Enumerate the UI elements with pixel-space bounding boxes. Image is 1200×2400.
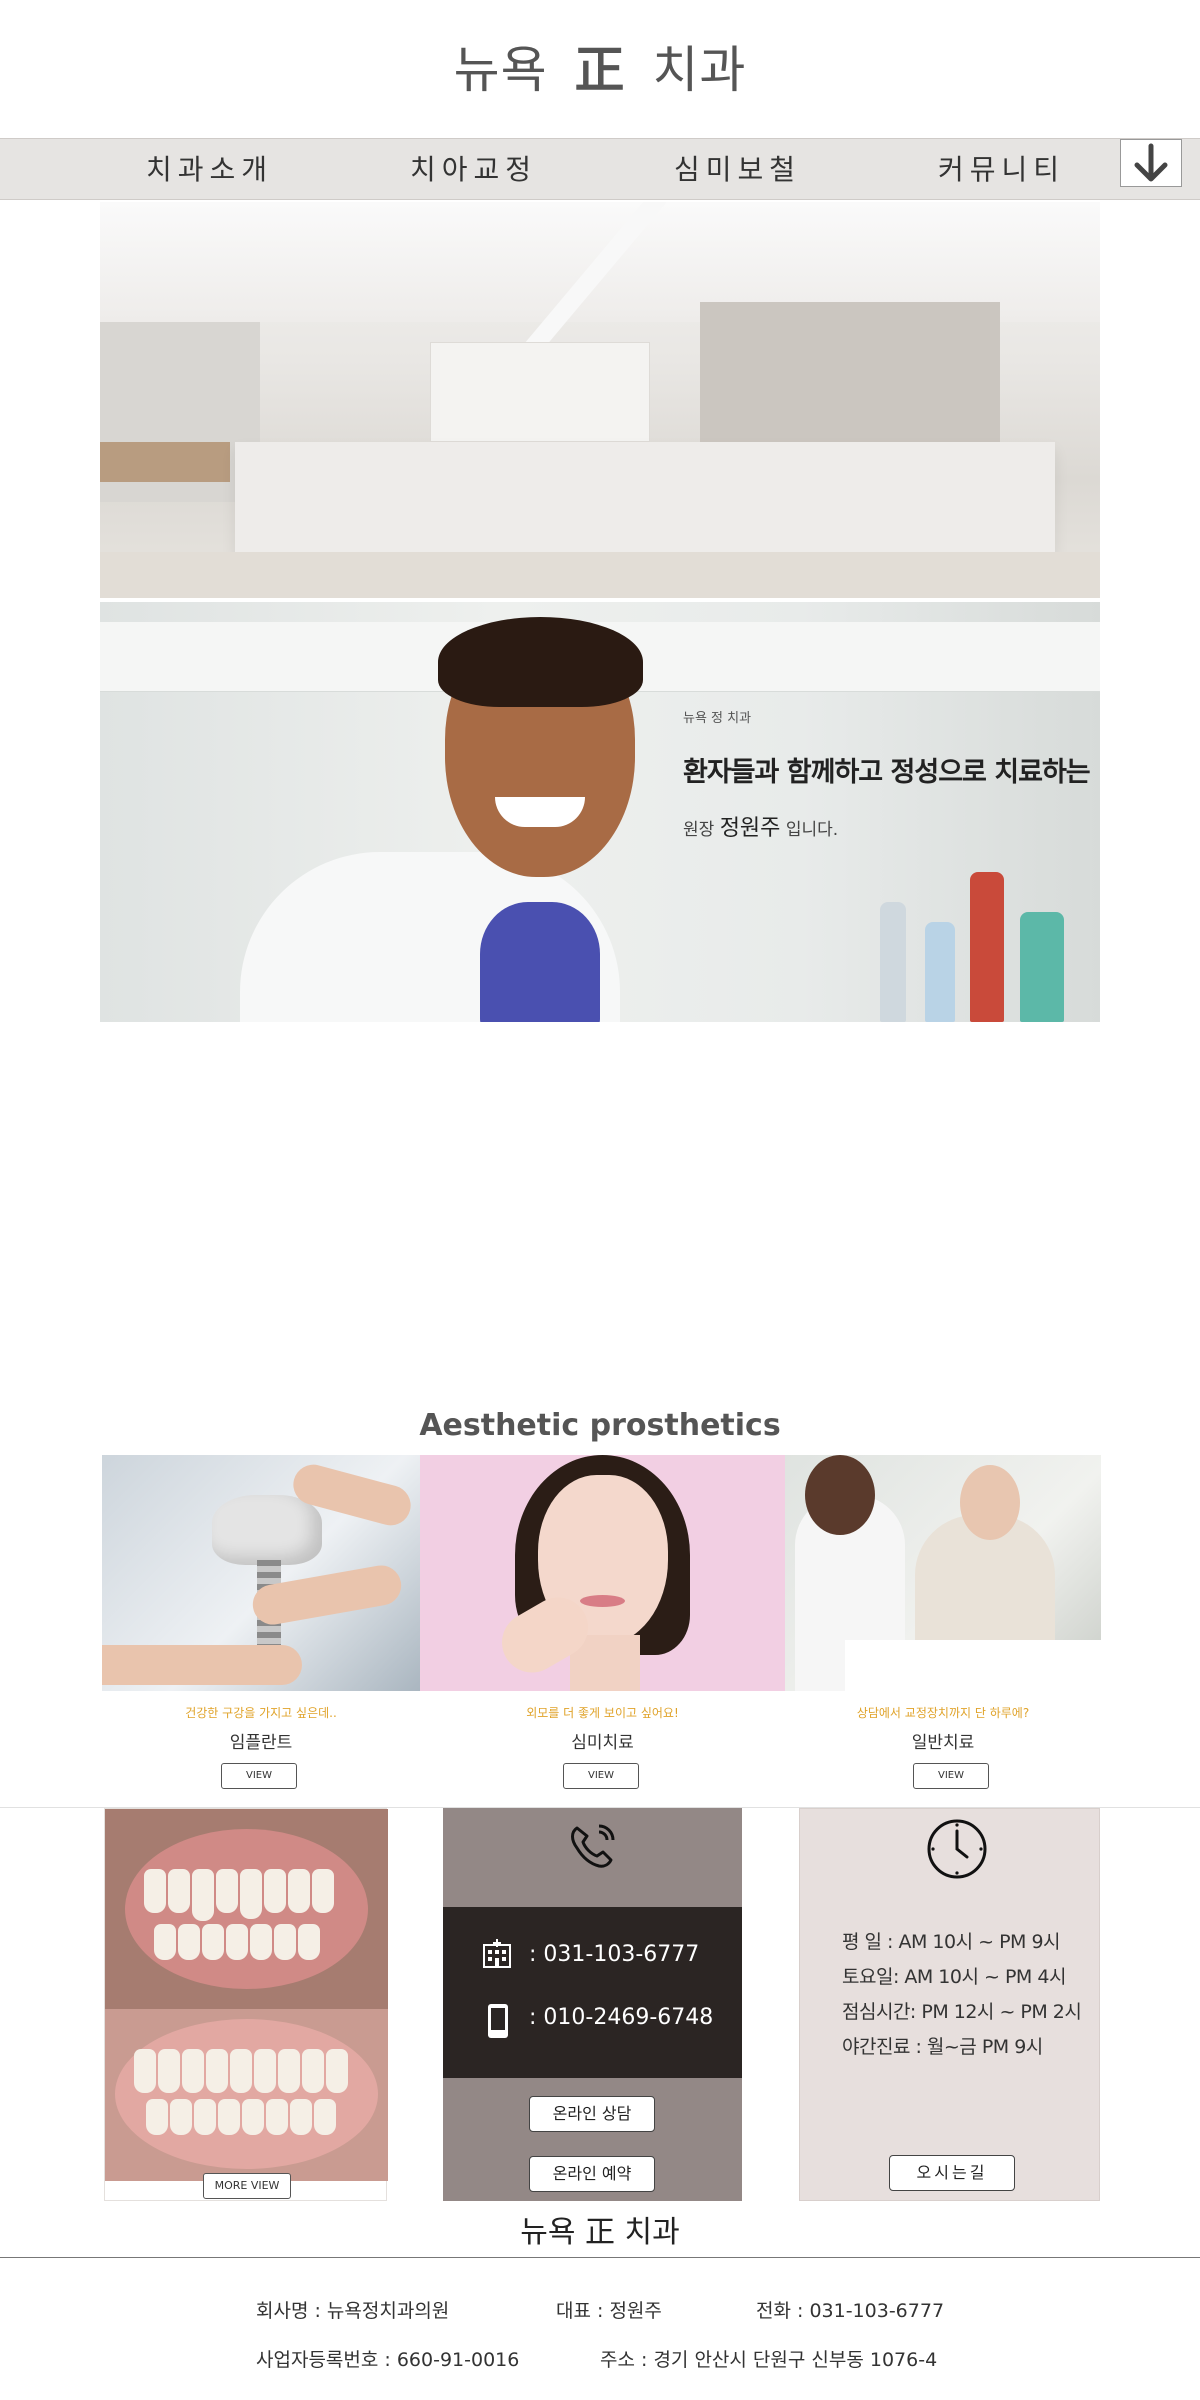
footer-divider	[0, 2257, 1200, 2258]
hero-headline: 환자들과 함께하고 정성으로 치료하는	[683, 757, 1091, 788]
general-view-button[interactable]: VIEW	[913, 1763, 989, 1789]
phone-icon	[571, 1824, 615, 1868]
mobile-icon	[488, 2004, 508, 2038]
nav-item-clinic-intro[interactable]: 치과소개	[146, 139, 273, 201]
contact-panel: : 031-103-6777 : 010-2469-6748 온라인 상담 온라…	[443, 1808, 742, 2201]
service-subtitle: 건강한 구강을 가지고 싶은데..	[185, 1706, 337, 1720]
hero-clinic-name: 뉴욕 정 치과	[683, 711, 752, 726]
logo-text-right: 치과	[652, 41, 747, 99]
footer-biz-no: 사업자등록번호 : 660-91-0016	[256, 2349, 520, 2371]
nav-expand-button[interactable]	[1120, 139, 1182, 187]
service-subtitle: 상담에서 교정장치까지 단 하루에?	[856, 1706, 1030, 1720]
hours-night: 야간진료 : 월~금 PM 9시	[842, 2036, 1043, 2058]
hero-suffix: 입니다.	[785, 820, 839, 840]
footer-logo: 뉴욕 正 치과	[520, 2215, 680, 2250]
teeth-after-photo	[105, 2009, 388, 2181]
clock-icon	[927, 1819, 987, 1879]
service-subtitle: 외모를 더 좋게 보이고 싶어요!	[526, 1706, 679, 1720]
directions-button[interactable]: 오시는길	[889, 2155, 1015, 2191]
hero-director-line: 원장 정원주 입니다.	[683, 810, 838, 842]
service-name: 일반치료	[911, 1733, 975, 1753]
hospital-icon	[483, 1939, 511, 1968]
nav-item-community[interactable]: 커뮤니티	[938, 139, 1065, 201]
hours-lunch: 점심시간: PM 12시 ~ PM 2시	[842, 2001, 1082, 2023]
main-nav: 치과소개 치아교정 심미보철 커뮤니티	[0, 138, 1200, 200]
hours-saturday: 토요일: AM 10시 ~ PM 4시	[842, 1966, 1066, 1988]
hero-director-name: 정원주	[719, 816, 781, 841]
footer-company: 회사명 : 뉴욕정치과의원	[256, 2300, 450, 2322]
teeth-gallery: MORE VIEW	[104, 1808, 388, 2201]
footer-phone: 전화 : 031-103-6777	[756, 2300, 945, 2322]
dentist-hero-banner: 뉴욕 정 치과 환자들과 함께하고 정성으로 치료하는 원장 정원주 입니다.	[100, 602, 1100, 1022]
service-name: 임플란트	[229, 1733, 293, 1753]
general-treatment-image[interactable]	[785, 1455, 1101, 1691]
online-consult-button[interactable]: 온라인 상담	[529, 2096, 655, 2132]
aesthetic-view-button[interactable]: VIEW	[563, 1763, 639, 1789]
nav-item-aesthetic-prosthetics[interactable]: 심미보철	[674, 139, 801, 201]
logo-text-mid: 正	[574, 40, 626, 99]
hours-weekday: 평 일 : AM 10시 ~ PM 9시	[842, 1931, 1061, 1953]
clinic-lobby-photo	[100, 202, 1100, 598]
arrow-down-icon	[1134, 143, 1168, 182]
logo-text-left: 뉴욕	[453, 41, 548, 99]
implant-view-button[interactable]: VIEW	[221, 1763, 297, 1789]
services-section-title: Aesthetic prosthetics	[419, 1408, 781, 1443]
implant-image[interactable]	[102, 1455, 420, 1691]
footer-ceo: 대표 : 정원주	[556, 2300, 662, 2322]
footer-address: 주소 : 경기 안산시 단원구 신부동 1076-4	[600, 2349, 938, 2371]
more-view-button[interactable]: MORE VIEW	[203, 2173, 291, 2199]
nav-item-orthodontics[interactable]: 치아교정	[410, 139, 537, 201]
site-logo[interactable]: 뉴욕 正 치과	[0, 30, 1200, 110]
service-name: 심미치료	[571, 1733, 634, 1753]
hero-title-prefix: 원장	[683, 820, 715, 840]
teeth-before-photo	[105, 1809, 388, 2009]
aesthetic-treatment-image[interactable]	[420, 1455, 785, 1691]
clinic-phone[interactable]: : 031-103-6777	[529, 1942, 699, 1967]
online-reserve-button[interactable]: 온라인 예약	[529, 2156, 655, 2192]
contact-numbers-box: : 031-103-6777 : 010-2469-6748	[443, 1907, 742, 2078]
hours-panel: 평 일 : AM 10시 ~ PM 9시 토요일: AM 10시 ~ PM 4시…	[799, 1808, 1100, 2201]
mobile-phone[interactable]: : 010-2469-6748	[529, 2005, 713, 2030]
